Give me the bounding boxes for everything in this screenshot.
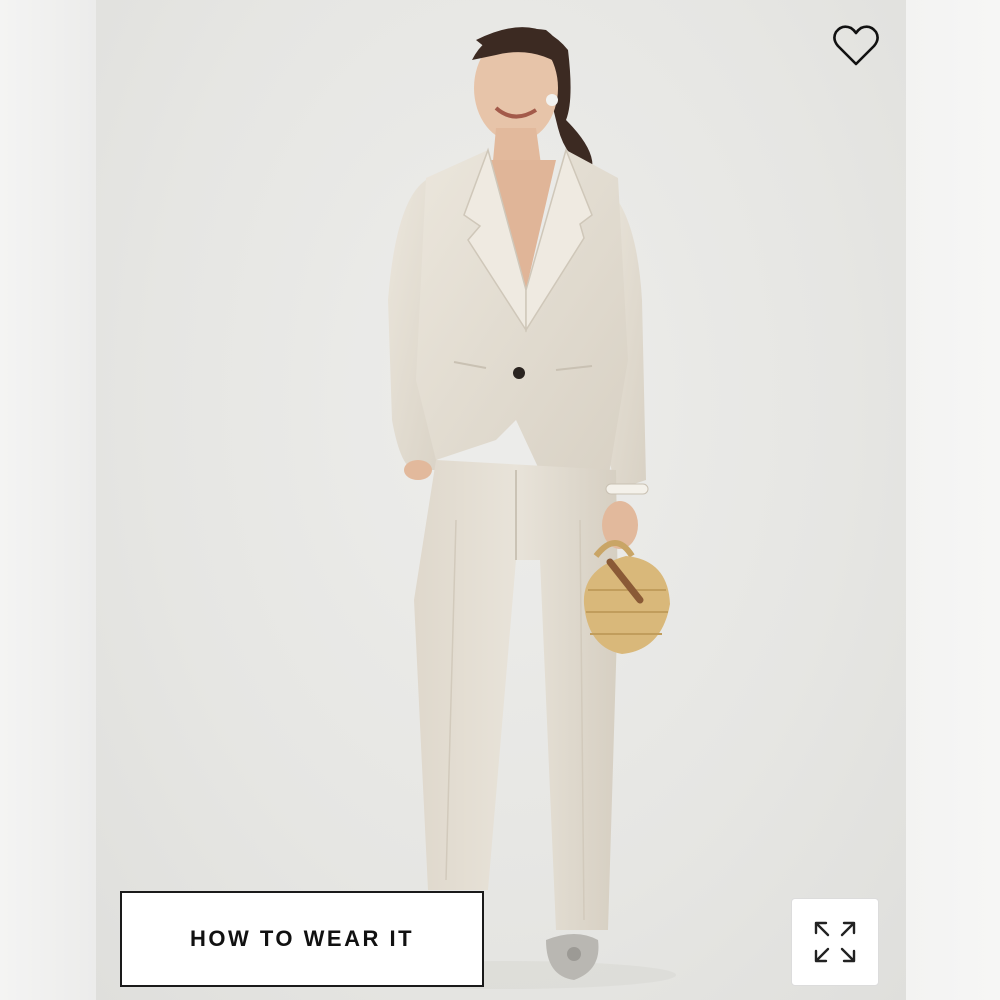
expand-image-button[interactable]: [791, 898, 879, 986]
product-photo[interactable]: [96, 0, 906, 1000]
how-to-wear-label: HOW TO WEAR IT: [189, 926, 415, 951]
expand-arrows-icon: [814, 921, 856, 963]
how-to-wear-button[interactable]: HOW TO WEAR IT: [120, 891, 484, 987]
model-illustration: [336, 27, 676, 989]
heart-outline-icon: [833, 25, 879, 66]
favorite-button[interactable]: [828, 20, 884, 72]
